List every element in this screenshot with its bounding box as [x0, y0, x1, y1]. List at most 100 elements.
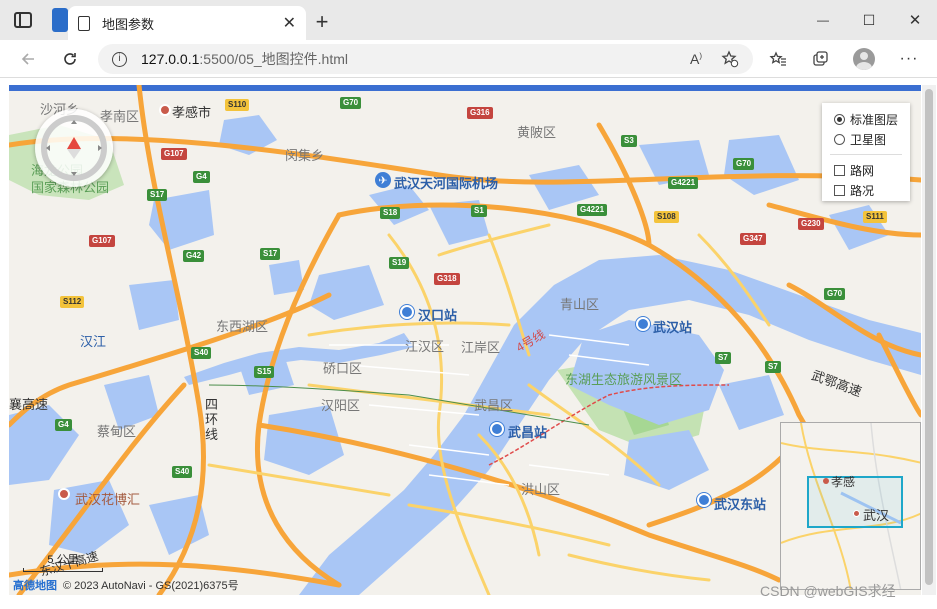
compass-icon	[41, 115, 107, 181]
road-tag: S110	[225, 99, 250, 111]
overview-map[interactable]: 孝感 武汉	[780, 422, 921, 590]
label-wuhan-east-station[interactable]: 武汉东站	[714, 494, 766, 513]
label-qingshan: 青山区	[560, 297, 600, 312]
road-tag: S108	[654, 211, 679, 223]
road-tag: G70	[824, 288, 846, 300]
collections-button[interactable]	[806, 46, 834, 72]
layer-switcher: 标准图层 卫星图 路网 路况	[822, 103, 910, 201]
info-icon[interactable]: i	[112, 51, 127, 67]
road-tag: G318	[434, 273, 460, 285]
road-tag: S15	[254, 366, 275, 378]
layer-option-satellite[interactable]: 卫星图	[834, 129, 910, 149]
url-field[interactable]: i 127.0.0.1:5500/05_地图控件.html	[98, 44, 753, 74]
road-tag: S1	[471, 205, 487, 217]
map-attribution: 高德地图 © 2023 AutoNavi - GS(2021)6375号	[13, 577, 239, 593]
tab-bar: 地图参数 ✕ + — ☐ ✕	[0, 0, 937, 40]
checkbox-icon	[834, 164, 845, 176]
scrollbar-thumb[interactable]	[925, 89, 933, 585]
poi-icon	[58, 488, 70, 500]
radio-icon	[834, 133, 845, 145]
url-host: 127.0.0.1	[141, 51, 200, 67]
road-tag: G4	[55, 419, 72, 431]
label-xiaogan: 孝感市	[172, 105, 212, 120]
label-wuchang: 武昌区	[474, 398, 514, 413]
station-pin-icon	[697, 493, 711, 507]
label-hankou-station[interactable]: 汉口站	[418, 305, 457, 324]
back-arrow-icon	[21, 53, 34, 65]
tab-title: 地图参数	[102, 16, 155, 32]
label-tianhe-airport[interactable]: 武汉天河国际机场	[394, 173, 498, 192]
layer-option-roadnet[interactable]: 路网	[834, 160, 910, 180]
page-content: G70 S110 G316 S3 G107 G4 S17 S18 S1 G422…	[0, 79, 937, 609]
road-tag: S40	[191, 347, 212, 359]
road-tag: G347	[740, 233, 766, 245]
new-tab-button[interactable]: +	[310, 9, 334, 34]
road-tag: S7	[765, 361, 781, 373]
close-window-button[interactable]: ✕	[892, 0, 937, 40]
tab-close-icon[interactable]: ✕	[283, 13, 296, 33]
more-menu-button[interactable]: ···	[895, 46, 923, 72]
collections-icon	[813, 51, 828, 66]
label-hanyang: 汉阳区	[321, 398, 361, 413]
label-caidian: 蔡甸区	[97, 424, 137, 439]
label-jiangan: 江岸区	[461, 340, 501, 355]
road-tag: S18	[380, 207, 401, 219]
radio-icon	[834, 113, 845, 125]
label-jianghan: 江汉区	[405, 339, 445, 354]
road-tag: S17	[260, 248, 281, 260]
label-xiang-expressway: 襄高速	[9, 397, 49, 412]
label-east-lake: 东湖生态旅游风景区	[565, 372, 683, 387]
road-tag: S3	[621, 135, 637, 147]
label-minji: 闵集乡	[285, 148, 325, 163]
read-aloud-button[interactable]: A)	[682, 46, 710, 72]
vertical-scrollbar[interactable]	[922, 85, 936, 595]
refresh-button[interactable]	[56, 46, 84, 72]
label-qiaokou: 硚口区	[323, 361, 363, 376]
add-favorite-button[interactable]	[716, 46, 744, 72]
road-tag: S19	[389, 257, 410, 269]
road-tag: G70	[340, 97, 362, 109]
minimize-button[interactable]: —	[800, 0, 846, 40]
label-huangpi: 黄陂区	[517, 125, 557, 140]
favorites-icon	[769, 51, 786, 66]
road-tag: G230	[798, 218, 824, 230]
maximize-button[interactable]: ☐	[846, 0, 892, 40]
refresh-icon	[64, 53, 76, 65]
label-dongxihu: 东西湖区	[216, 319, 269, 334]
url-path: :5500/05_地图控件.html	[199, 51, 349, 67]
scale-bar: 5 公里	[23, 551, 103, 572]
label-hanjiang: 汉江	[80, 334, 107, 349]
city-dot-icon	[853, 510, 860, 517]
road-tag: S7	[715, 352, 731, 364]
station-pin-icon	[636, 317, 650, 331]
road-tag: G4221	[668, 177, 699, 189]
tab-actions-icon[interactable]	[14, 12, 32, 28]
layer-option-standard[interactable]: 标准图层	[834, 109, 910, 129]
city-dot-icon	[823, 478, 829, 484]
road-tag: G107	[161, 148, 187, 160]
amap-logo[interactable]: 高德地图	[13, 577, 57, 593]
label-wuhan-station[interactable]: 武汉站	[653, 317, 692, 336]
road-tag: G316	[467, 107, 493, 119]
label-flower-expo: 武汉花博汇	[75, 492, 141, 507]
compass-control[interactable]	[35, 109, 113, 187]
station-pin-icon	[400, 305, 414, 319]
vertical-tabs-icon[interactable]	[52, 8, 68, 32]
back-button[interactable]	[14, 46, 42, 72]
road-tag: S112	[60, 296, 85, 308]
road-tag: S111	[863, 211, 887, 223]
watermark: CSDN @webGIS求经	[760, 583, 896, 599]
station-pin-icon	[490, 422, 504, 436]
active-tab[interactable]: 地图参数 ✕	[68, 6, 306, 40]
layer-option-traffic[interactable]: 路况	[834, 180, 910, 200]
label-wuchang-station[interactable]: 武昌站	[508, 422, 547, 441]
road-tag: S17	[147, 189, 168, 201]
map-container[interactable]: G70 S110 G316 S3 G107 G4 S17 S18 S1 G422…	[9, 85, 921, 595]
road-tag: G4221	[577, 204, 608, 216]
checkbox-icon	[834, 184, 845, 196]
overview-label-xiaogan: 孝感	[831, 475, 856, 489]
favorites-button[interactable]	[764, 46, 792, 72]
read-aloud-icon: A)	[689, 51, 702, 67]
profile-button[interactable]	[850, 46, 878, 72]
label-hongshan: 洪山区	[521, 482, 561, 497]
